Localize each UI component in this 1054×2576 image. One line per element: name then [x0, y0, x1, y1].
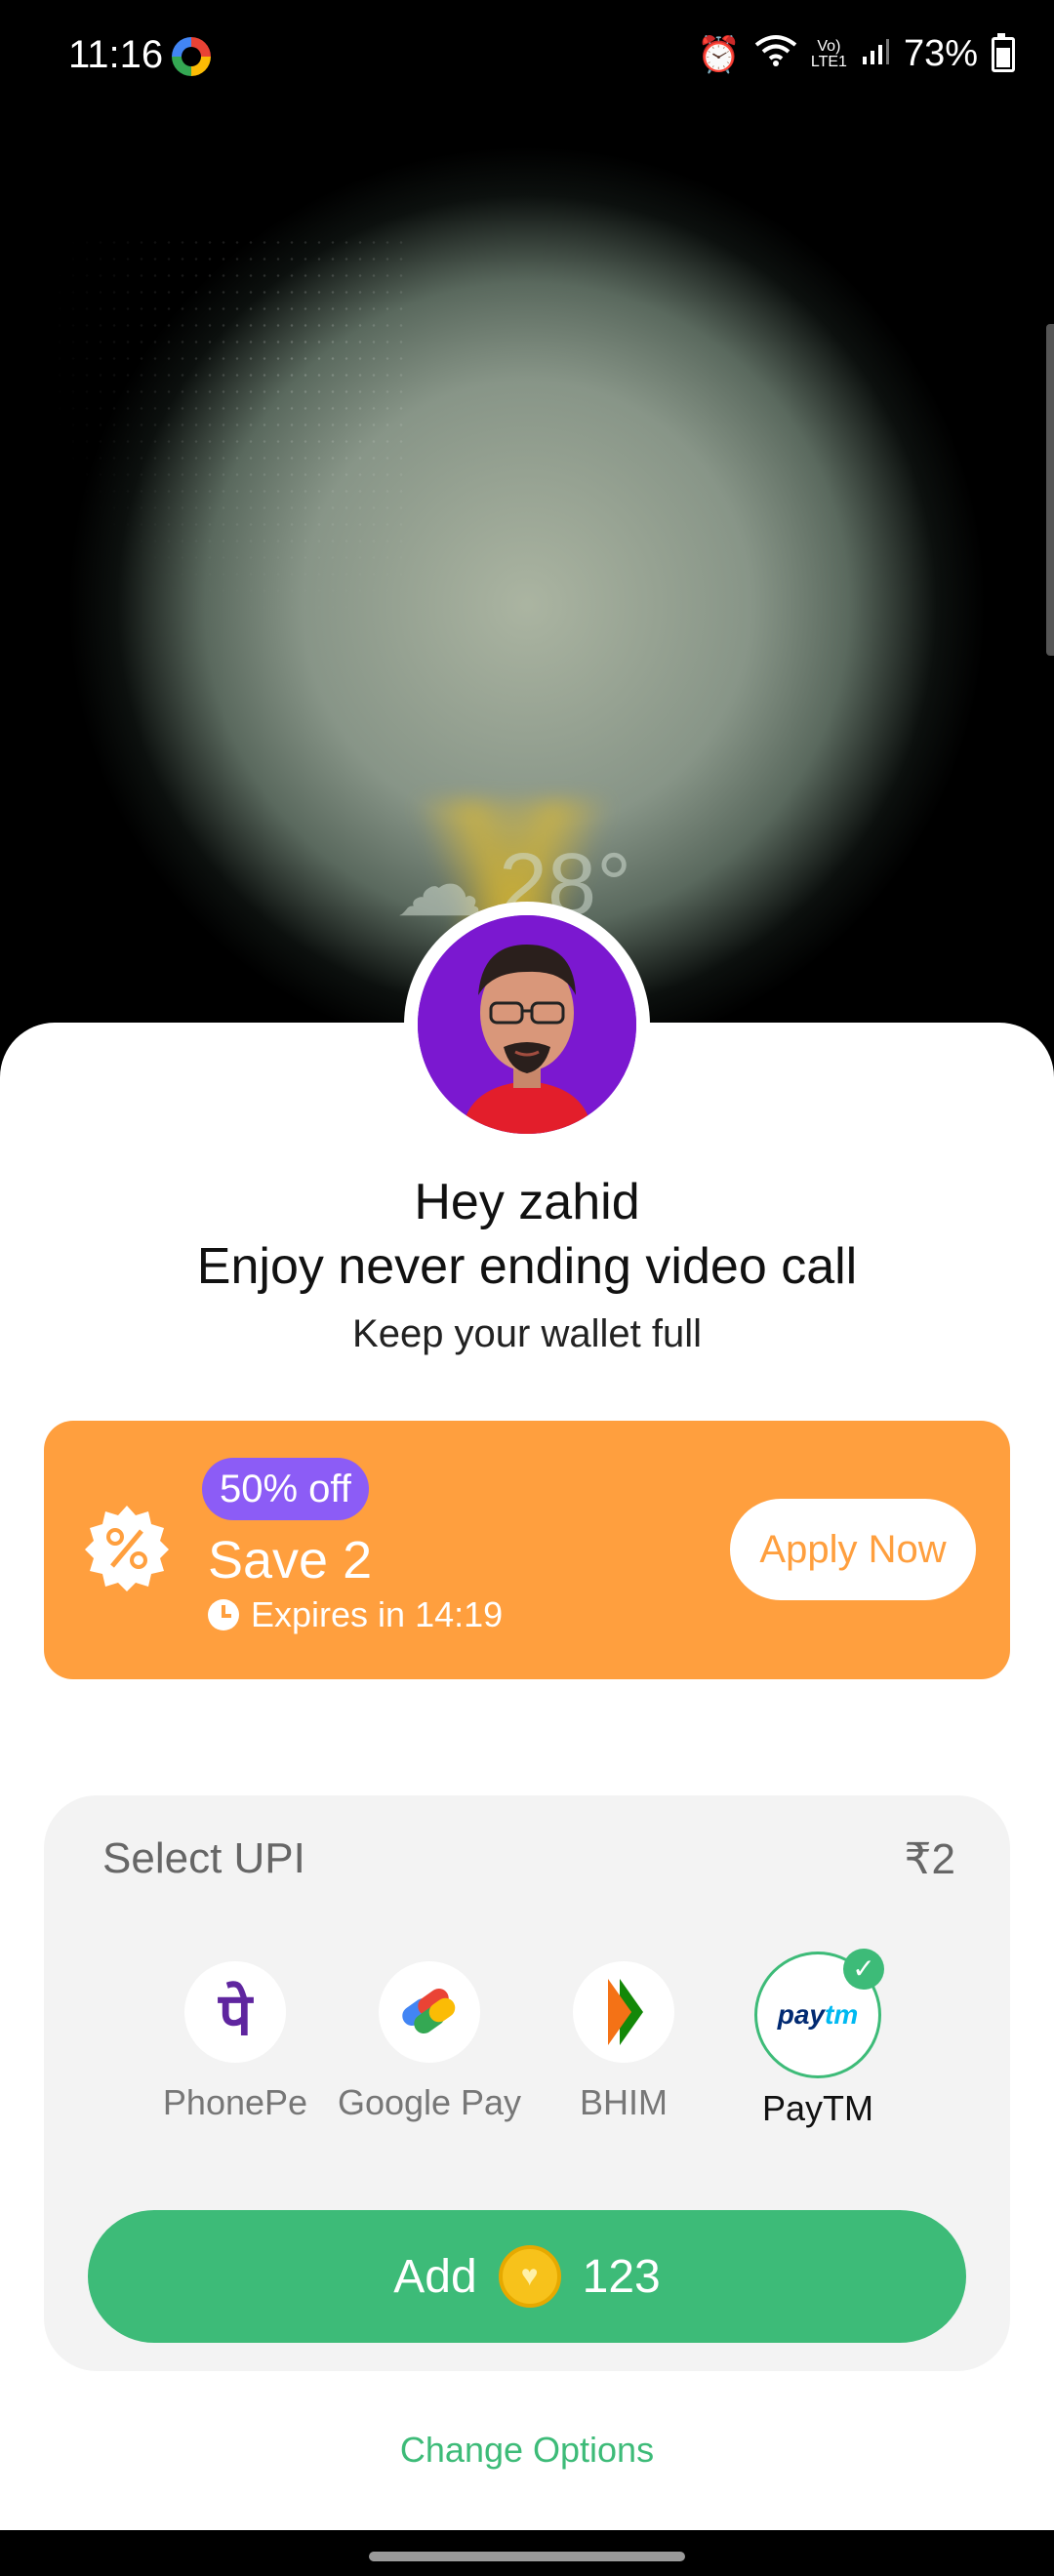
add-amount: 123: [582, 2250, 661, 2303]
upi-option-bhim[interactable]: BHIM: [526, 1961, 721, 2123]
wallpaper-stars: [39, 234, 410, 624]
signal-icon: [861, 34, 890, 75]
upi-amount: ₹2: [904, 1835, 955, 1883]
discount-badge-icon: [85, 1506, 169, 1591]
home-gesture-bar[interactable]: [369, 2552, 685, 2561]
edge-panel-handle[interactable]: [1046, 324, 1054, 656]
coin-icon: [498, 2245, 561, 2308]
apply-now-button[interactable]: Apply Now: [730, 1499, 976, 1600]
offer-card: 50% off Save 2 Expires in 14:19 Apply No…: [44, 1421, 1010, 1679]
add-label: Add: [393, 2250, 477, 2303]
discount-badge: 50% off: [202, 1458, 369, 1520]
navigation-bar: [0, 2530, 1054, 2576]
bhim-icon: [573, 1961, 674, 2063]
offer-title: Save 2: [208, 1531, 373, 1590]
google-pay-icon: [379, 1961, 480, 2063]
add-coins-button[interactable]: Add 123: [88, 2210, 966, 2343]
alarm-icon: ⏰: [697, 33, 741, 74]
app-notification-icon: [172, 37, 211, 76]
upi-option-label: Google Pay: [337, 2082, 522, 2122]
status-time: 11:16: [68, 33, 164, 76]
wifi-icon: [754, 33, 797, 75]
phonepe-icon: पे: [184, 1961, 286, 2063]
offer-expiry: Expires in 14:19: [208, 1594, 503, 1635]
upi-option-label: PhonePe: [162, 2082, 308, 2122]
change-options-link[interactable]: Change Options: [0, 2430, 1054, 2471]
greeting-name: Hey zahid: [414, 1174, 640, 1230]
avatar-image: [418, 915, 636, 1134]
upi-option-phonepe[interactable]: पे PhonePe: [138, 1961, 333, 2123]
paytm-icon: paytm ✓: [754, 1949, 884, 2078]
avatar: [404, 902, 650, 1147]
check-icon: ✓: [843, 1949, 884, 1990]
upi-panel: Select UPI ₹2 पे PhonePe Google Pay BHIM: [44, 1795, 1010, 2371]
upi-option-label: BHIM: [580, 2082, 668, 2122]
volte-icon: Vo) LTE1: [810, 37, 847, 70]
status-bar: 11:16 ⏰ Vo) LTE1 73%: [0, 0, 1054, 117]
status-icons: ⏰ Vo) LTE1 73%: [697, 32, 1015, 75]
upi-title: Select UPI: [102, 1834, 305, 1882]
upi-option-paytm[interactable]: paytm ✓ PayTM: [720, 1949, 915, 2129]
upi-option-label: PayTM: [761, 2088, 873, 2128]
greeting-subtitle: Keep your wallet full: [352, 1312, 702, 1355]
offer-expiry-text: Expires in 14:19: [251, 1594, 504, 1634]
upi-option-google-pay[interactable]: Google Pay: [332, 1961, 527, 2123]
clock-icon: [208, 1599, 239, 1630]
greeting-title: Enjoy never ending video call: [196, 1238, 858, 1295]
battery-percent: 73%: [903, 33, 978, 74]
battery-icon: [992, 32, 1015, 72]
